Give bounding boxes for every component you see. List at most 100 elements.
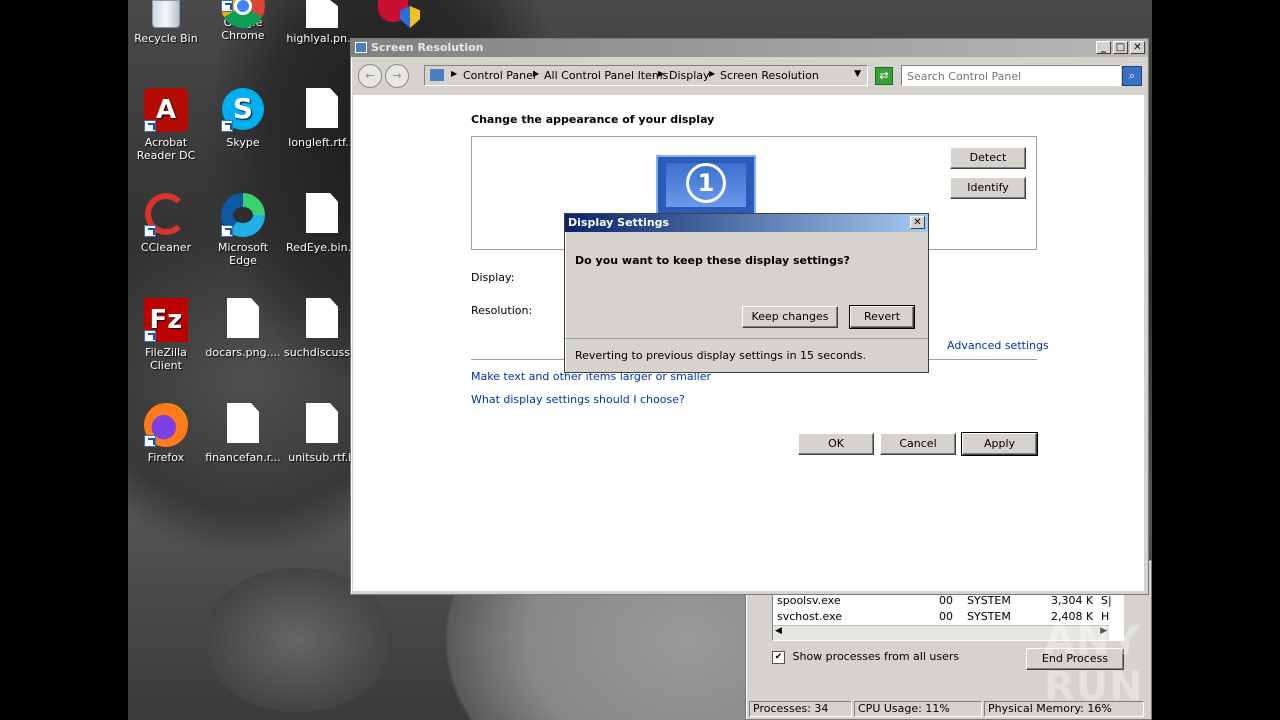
back-icon[interactable]: ← (358, 64, 382, 88)
ok-button[interactable]: OK (798, 433, 874, 455)
desktop-icon-label: Acrobat Reader DC (136, 136, 196, 162)
filezilla-icon: Fz (144, 298, 188, 342)
desktop-icon-redeye[interactable]: RedEye.bin... (284, 193, 360, 254)
control-panel-icon (430, 69, 444, 81)
show-all-users-label: Show processes from all users (792, 650, 960, 663)
desktop-icon-filezilla[interactable]: Fz FileZilla Client (128, 298, 204, 372)
desktop-icon-label: highlyal.pn... (286, 32, 358, 45)
desktop-icon-label: suchdiscuss... (284, 346, 361, 359)
desktop-icon-ccleaner[interactable]: CCleaner (128, 193, 204, 254)
desktop-icon-label: FileZilla Client (145, 346, 187, 372)
display-app-icon (355, 42, 367, 53)
recycle-bin-icon (144, 0, 188, 28)
search-box[interactable] (901, 65, 1121, 86)
desktop-icon-label: Microsoft Edge (217, 241, 269, 267)
breadcrumb-control-panel[interactable]: Control Panel (463, 69, 536, 82)
desktop-icon-label: Skype (226, 136, 260, 149)
process-name: svchost.exe (777, 610, 843, 623)
breadcrumb-arrow-icon[interactable]: ▶ (658, 69, 664, 78)
desktop-icon-firefox[interactable]: Firefox (128, 403, 204, 464)
desktop-icon-label: RedEye.bin... (285, 241, 359, 254)
forward-icon[interactable]: → (385, 64, 409, 88)
cancel-button[interactable]: Cancel (880, 433, 956, 455)
breadcrumb-display[interactable]: Display (669, 69, 710, 82)
watermark: ANY RUN (1044, 618, 1144, 710)
ccleaner-icon (144, 193, 188, 237)
keep-changes-button[interactable]: Keep changes (742, 306, 838, 328)
title-bar: Screen Resolution _ □ ✕ (351, 39, 1148, 57)
status-cpu: CPU Usage: 11% (854, 701, 982, 717)
advanced-settings-link[interactable]: Advanced settings (947, 339, 1049, 352)
skype-icon: S (221, 88, 265, 132)
file-icon (300, 298, 344, 342)
dialog-title-bar: Display Settings ✕ (565, 214, 928, 232)
detect-button[interactable]: Detect (950, 147, 1026, 169)
monitor-1-preview[interactable]: 1 (656, 155, 756, 215)
countdown-text: Reverting to previous display settings i… (575, 349, 866, 362)
desktop-icon-skype[interactable]: S Skype (205, 88, 281, 149)
breadcrumb-arrow-icon[interactable]: ▶ (533, 69, 539, 78)
process-memory: 3,304 K (1051, 594, 1094, 607)
display-settings-help-link[interactable]: What display settings should I choose? (471, 393, 685, 406)
desktop-icon-longleft[interactable]: longleft.rtf... (284, 88, 360, 149)
desktop-icon-label: Firefox (147, 451, 185, 464)
search-icon[interactable]: ⌕ (1122, 66, 1142, 86)
process-desc: S| (1101, 594, 1112, 607)
file-icon (300, 88, 344, 132)
desktop-icon-google-chrome[interactable]: Google Chrome (205, 0, 281, 42)
file-icon (300, 0, 344, 28)
status-processes: Processes: 34 (749, 701, 852, 717)
table-row[interactable]: spoolsv.exe 00 SYSTEM 3,304 K S| (777, 594, 1117, 610)
process-name: spoolsv.exe (777, 594, 841, 607)
navigation-bar: ← → ▶ Control Panel ▶ All Control Panel … (352, 58, 1145, 93)
address-dropdown-icon[interactable]: ▼ (854, 69, 861, 79)
breadcrumb-arrow-icon[interactable]: ▶ (709, 69, 715, 78)
desktop-icon-label: unitsub.rtf.R (288, 451, 356, 464)
refresh-icon[interactable]: ⇄ (875, 67, 893, 85)
uac-shield-icon (400, 6, 420, 28)
identify-button[interactable]: Identify (950, 177, 1026, 199)
maximize-icon[interactable]: □ (1113, 41, 1128, 54)
file-icon (221, 403, 265, 447)
file-icon (221, 298, 265, 342)
monitor-number: 1 (686, 163, 726, 203)
process-session: 00 (939, 594, 953, 607)
resolution-label: Resolution: (471, 304, 533, 317)
desktop-icon-financefan[interactable]: financefan.r... (205, 403, 281, 464)
revert-button[interactable]: Revert (849, 305, 915, 329)
page-title: Change the appearance of your display (471, 113, 715, 126)
address-bar[interactable]: ▶ Control Panel ▶ All Control Panel Item… (424, 65, 868, 86)
edge-icon (221, 193, 265, 237)
file-icon (300, 193, 344, 237)
desktop-icon-suchdiscuss[interactable]: suchdiscuss... (284, 298, 360, 359)
desktop-icon-unitsub[interactable]: unitsub.rtf.R (284, 403, 360, 464)
breadcrumb-screen-resolution[interactable]: Screen Resolution (720, 69, 819, 82)
scroll-left-icon[interactable]: ◀ (775, 626, 782, 636)
breadcrumb-arrow-icon[interactable]: ▶ (451, 69, 457, 78)
divider (565, 338, 928, 339)
process-user: SYSTEM (967, 594, 1011, 607)
minimize-icon[interactable]: _ (1096, 41, 1111, 54)
breadcrumb-all-items[interactable]: All Control Panel Items (544, 69, 668, 82)
desktop-icon-docars[interactable]: docars.png.... (205, 298, 281, 359)
chrome-icon (221, 0, 265, 28)
desktop-icon-highlyal[interactable]: highlyal.pn... (284, 0, 360, 45)
desktop-icon-acrobat[interactable]: A Acrobat Reader DC (128, 88, 204, 162)
apply-button[interactable]: Apply (961, 432, 1038, 456)
desktop-icon-recycle-bin[interactable]: Recycle Bin (128, 0, 204, 45)
close-icon[interactable]: ✕ (910, 216, 925, 229)
firefox-icon (144, 403, 188, 447)
acrobat-icon: A (144, 88, 188, 132)
close-icon[interactable]: ✕ (1130, 41, 1145, 54)
process-user: SYSTEM (967, 610, 1011, 623)
desktop-icon-edge[interactable]: Microsoft Edge (205, 193, 281, 267)
display-settings-dialog: Display Settings ✕ Do you want to keep t… (564, 213, 929, 373)
desktop-icon-label: CCleaner (140, 241, 192, 254)
file-icon (300, 403, 344, 447)
dialog-title: Display Settings (568, 216, 670, 229)
desktop-icon-label: longleft.rtf... (288, 136, 356, 149)
window-title: Screen Resolution (371, 41, 484, 54)
search-input[interactable] (905, 68, 1121, 85)
show-all-users-checkbox[interactable]: ✔ Show processes from all users (772, 650, 959, 664)
process-session: 00 (939, 610, 953, 623)
